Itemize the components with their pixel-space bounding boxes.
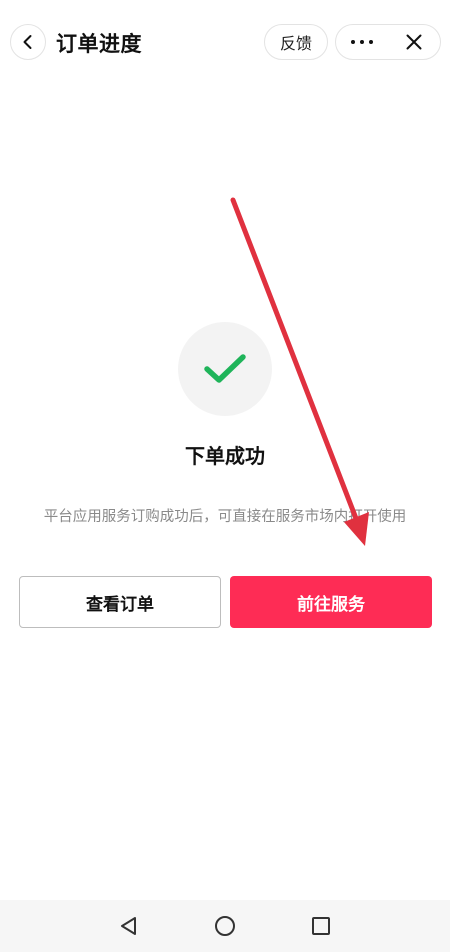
go-to-service-button[interactable]: 前往服务: [230, 576, 432, 628]
chevron-left-icon: [23, 35, 32, 49]
more-button[interactable]: [336, 25, 388, 59]
system-home-button[interactable]: [208, 910, 242, 942]
view-order-button[interactable]: 查看订单: [19, 576, 221, 628]
success-badge: [178, 322, 272, 416]
annotation-arrow: [230, 197, 369, 546]
top-bar: 订单进度 反馈: [0, 0, 450, 84]
miniapp-capsule: [335, 24, 441, 60]
system-nav-bar: [0, 900, 450, 952]
check-icon: [204, 354, 246, 383]
close-icon: [406, 34, 422, 50]
back-button[interactable]: [10, 24, 46, 60]
more-dots-icon: [349, 40, 376, 44]
success-description: 平台应用服务订购成功后，可直接在服务市场内打开使用: [43, 509, 407, 525]
system-back-button[interactable]: [112, 910, 146, 942]
page-title: 订单进度: [56, 32, 142, 56]
success-title: 下单成功: [185, 444, 265, 468]
close-button[interactable]: [388, 25, 440, 59]
order-progress-page: 订单进度 反馈 下单成功 平台应用服务订购成功后，可直接在服务市场内打开使用 查…: [0, 0, 450, 952]
feedback-button[interactable]: 反馈: [264, 24, 328, 60]
circle-home-icon: [215, 916, 235, 936]
square-recents-icon: [312, 917, 330, 935]
system-recents-button[interactable]: [304, 910, 338, 942]
triangle-back-icon: [121, 917, 136, 935]
